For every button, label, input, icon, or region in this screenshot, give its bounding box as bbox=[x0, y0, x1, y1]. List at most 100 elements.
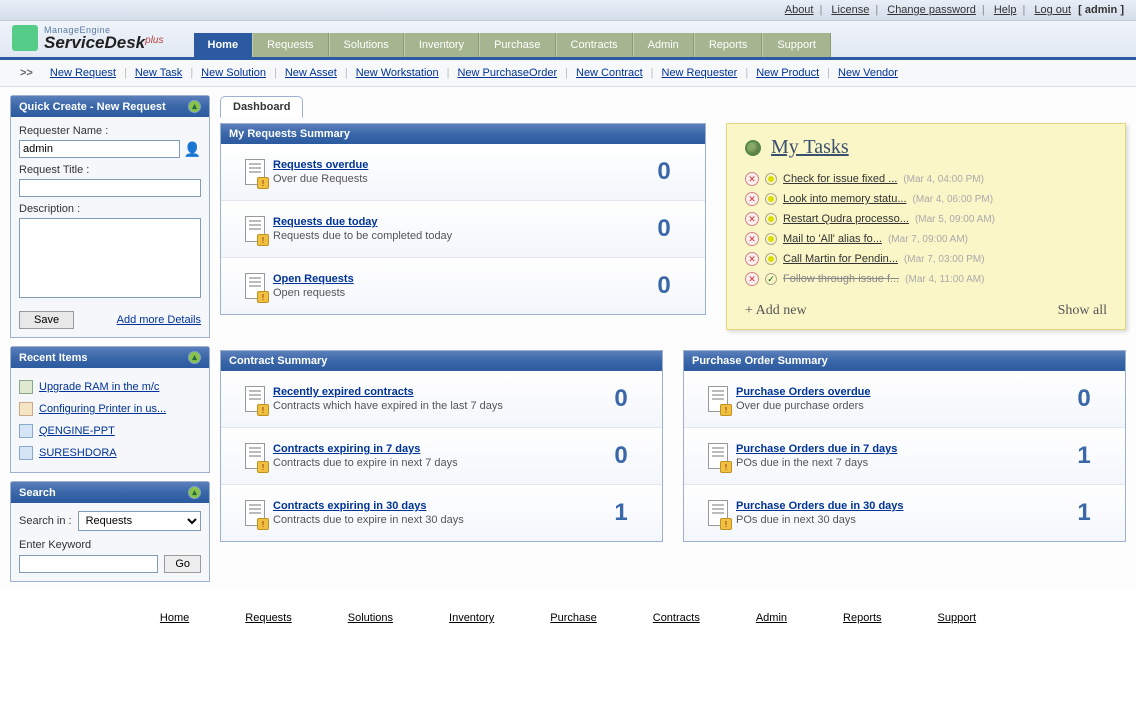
footer-requests[interactable]: Requests bbox=[245, 612, 291, 624]
description-input[interactable] bbox=[19, 218, 201, 298]
task-status-icon[interactable] bbox=[765, 173, 777, 185]
tab-home[interactable]: Home bbox=[194, 33, 253, 57]
show-all-tasks-link[interactable]: Show all bbox=[1058, 303, 1107, 319]
task-status-icon[interactable] bbox=[765, 233, 777, 245]
help-link[interactable]: Help bbox=[994, 4, 1017, 16]
recent-item: Upgrade RAM in the m/c bbox=[19, 376, 201, 398]
item-icon bbox=[19, 380, 33, 394]
row-subtitle: Over due purchase orders bbox=[736, 400, 1059, 412]
row-title[interactable]: Purchase Orders due in 7 days bbox=[736, 443, 1059, 455]
subnav-new-request[interactable]: New Request bbox=[50, 67, 116, 79]
save-button[interactable]: Save bbox=[19, 311, 74, 329]
subnav-new-asset[interactable]: New Asset bbox=[285, 67, 337, 79]
row-subtitle: Requests due to be completed today bbox=[273, 230, 639, 242]
add-task-link[interactable]: + Add new bbox=[745, 303, 807, 319]
footer-support[interactable]: Support bbox=[938, 612, 977, 624]
tab-inventory[interactable]: Inventory bbox=[404, 33, 479, 57]
task-link[interactable]: Restart Qudra processo... bbox=[783, 213, 909, 225]
go-button[interactable]: Go bbox=[164, 555, 201, 573]
recent-link[interactable]: QENGINE-PPT bbox=[39, 425, 115, 437]
row-count: 1 bbox=[596, 499, 646, 527]
collapse-icon[interactable]: ▴ bbox=[188, 351, 201, 364]
task-status-icon[interactable] bbox=[765, 253, 777, 265]
subnav-new-vendor[interactable]: New Vendor bbox=[838, 67, 898, 79]
row-icon: ! bbox=[700, 386, 736, 412]
row-title[interactable]: Requests overdue bbox=[273, 159, 639, 171]
logo-line2: ServiceDesk bbox=[44, 33, 145, 52]
keyword-input[interactable] bbox=[19, 555, 158, 573]
row-count: 1 bbox=[1059, 442, 1109, 470]
top-bar: About| License| Change password| Help| L… bbox=[0, 0, 1136, 21]
task-status-icon[interactable] bbox=[765, 193, 777, 205]
main-area: Dashboard My Requests Summary ! Requests … bbox=[220, 95, 1126, 562]
tab-solutions[interactable]: Solutions bbox=[329, 33, 404, 57]
footer-solutions[interactable]: Solutions bbox=[348, 612, 393, 624]
search-in-select[interactable]: Requests bbox=[78, 511, 201, 531]
tab-requests[interactable]: Requests bbox=[252, 33, 328, 57]
license-link[interactable]: License bbox=[831, 4, 869, 16]
task-link[interactable]: Mail to 'All' alias fo... bbox=[783, 233, 882, 245]
tab-reports[interactable]: Reports bbox=[694, 33, 763, 57]
recent-link[interactable]: Configuring Printer in us... bbox=[39, 403, 166, 415]
delete-task-icon[interactable]: ✕ bbox=[745, 192, 759, 206]
request-title-input[interactable] bbox=[19, 179, 201, 197]
recent-link[interactable]: Upgrade RAM in the m/c bbox=[39, 381, 159, 393]
subnav-new-contract[interactable]: New Contract bbox=[576, 67, 643, 79]
row-title[interactable]: Recently expired contracts bbox=[273, 386, 596, 398]
row-title[interactable]: Open Requests bbox=[273, 273, 639, 285]
row-icon: ! bbox=[237, 443, 273, 469]
footer-purchase[interactable]: Purchase bbox=[550, 612, 596, 624]
row-title[interactable]: Purchase Orders due in 30 days bbox=[736, 500, 1059, 512]
contract-row: !Contracts expiring in 30 daysContracts … bbox=[221, 484, 662, 541]
subnav-new-purchaseorder[interactable]: New PurchaseOrder bbox=[457, 67, 557, 79]
subnav-new-task[interactable]: New Task bbox=[135, 67, 182, 79]
subnav-new-requester[interactable]: New Requester bbox=[662, 67, 738, 79]
footer-contracts[interactable]: Contracts bbox=[653, 612, 700, 624]
task-link[interactable]: Look into memory statu... bbox=[783, 193, 907, 205]
change-password-link[interactable]: Change password bbox=[887, 4, 976, 16]
delete-task-icon[interactable]: ✕ bbox=[745, 232, 759, 246]
search-panel: Search▴ Search in : Requests Enter Keywo… bbox=[10, 481, 210, 582]
footer-reports[interactable]: Reports bbox=[843, 612, 882, 624]
dashboard-tab[interactable]: Dashboard bbox=[220, 96, 303, 118]
task-time: (Mar 4, 04:00 PM) bbox=[903, 174, 984, 185]
subnav-new-workstation[interactable]: New Workstation bbox=[356, 67, 439, 79]
task-link[interactable]: Call Martin for Pendin... bbox=[783, 253, 898, 265]
recent-link[interactable]: SURESHDORA bbox=[39, 447, 117, 459]
requester-input[interactable] bbox=[19, 140, 180, 158]
subnav-new-solution[interactable]: New Solution bbox=[201, 67, 266, 79]
delete-task-icon[interactable]: ✕ bbox=[745, 272, 759, 286]
row-title[interactable]: Contracts expiring in 7 days bbox=[273, 443, 596, 455]
delete-task-icon[interactable]: ✕ bbox=[745, 172, 759, 186]
request-title-label: Request Title : bbox=[19, 164, 201, 176]
row-title[interactable]: Requests due today bbox=[273, 216, 639, 228]
subnav-new-product[interactable]: New Product bbox=[756, 67, 819, 79]
footer-home[interactable]: Home bbox=[160, 612, 189, 624]
tab-contracts[interactable]: Contracts bbox=[556, 33, 633, 57]
collapse-icon[interactable]: ▴ bbox=[188, 486, 201, 499]
logout-link[interactable]: Log out bbox=[1034, 4, 1071, 16]
person-icon[interactable]: 👤 bbox=[184, 141, 201, 158]
about-link[interactable]: About bbox=[785, 4, 814, 16]
task-link[interactable]: Follow through issue f... bbox=[783, 273, 899, 285]
delete-task-icon[interactable]: ✕ bbox=[745, 212, 759, 226]
task-status-icon[interactable] bbox=[765, 213, 777, 225]
task-link[interactable]: Check for issue fixed ... bbox=[783, 173, 897, 185]
recent-item: SURESHDORA bbox=[19, 442, 201, 464]
sidebar: Quick Create - New Request▴ Requester Na… bbox=[10, 95, 210, 582]
requests-widget-title: My Requests Summary bbox=[221, 124, 705, 144]
delete-task-icon[interactable]: ✕ bbox=[745, 252, 759, 266]
add-more-details-link[interactable]: Add more Details bbox=[117, 314, 201, 326]
row-title[interactable]: Purchase Orders overdue bbox=[736, 386, 1059, 398]
footer-inventory[interactable]: Inventory bbox=[449, 612, 494, 624]
contract-widget-title: Contract Summary bbox=[221, 351, 662, 371]
collapse-icon[interactable]: ▴ bbox=[188, 100, 201, 113]
tab-purchase[interactable]: Purchase bbox=[479, 33, 555, 57]
tab-admin[interactable]: Admin bbox=[633, 33, 694, 57]
header: ManageEngine ServiceDeskplus HomeRequest… bbox=[0, 21, 1136, 60]
footer-admin[interactable]: Admin bbox=[756, 612, 787, 624]
task-status-icon[interactable] bbox=[765, 273, 777, 285]
row-title[interactable]: Contracts expiring in 30 days bbox=[273, 500, 596, 512]
tab-support[interactable]: Support bbox=[762, 33, 831, 57]
task-time: (Mar 7, 09:00 AM) bbox=[888, 234, 968, 245]
